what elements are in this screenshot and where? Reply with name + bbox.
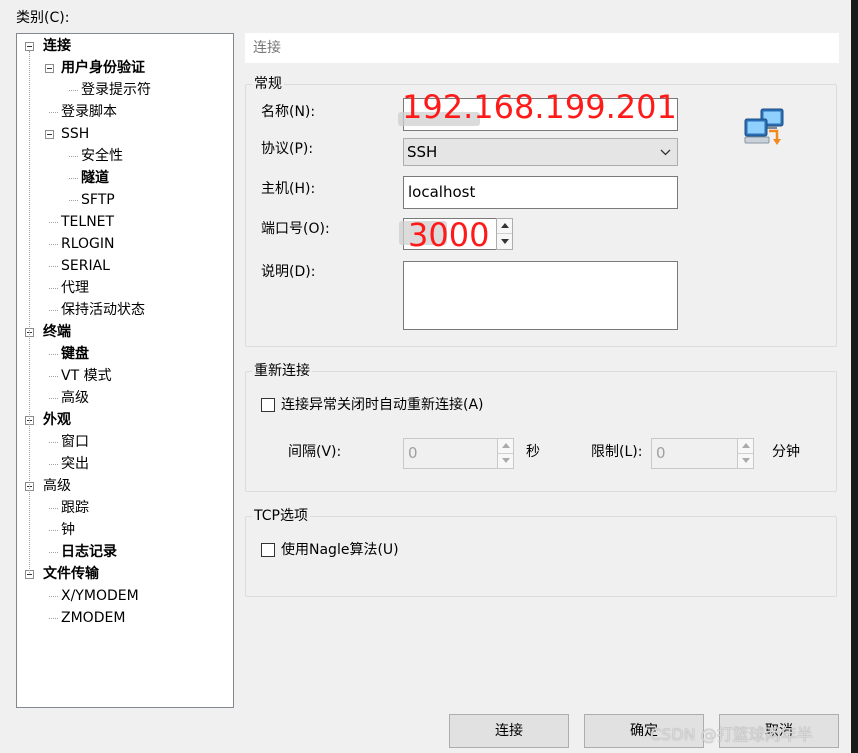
tree-item[interactable]: ZMODEM <box>61 607 125 629</box>
tree-connector <box>49 310 58 311</box>
interval-up-button[interactable] <box>498 439 513 454</box>
limit-down-button[interactable] <box>738 454 753 469</box>
auto-reconnect-checkbox[interactable] <box>261 398 275 412</box>
protocol-label: 协议(P): <box>261 141 314 157</box>
interval-spinner[interactable] <box>497 438 514 469</box>
name-label: 名称(N): <box>261 104 316 120</box>
tree-connector <box>49 508 58 509</box>
collapse-toggle-icon[interactable] <box>25 42 34 51</box>
network-computers-icon <box>744 108 784 145</box>
tree-item[interactable]: 键盘 <box>61 343 89 365</box>
tree-connector <box>69 90 78 91</box>
collapse-toggle-icon[interactable] <box>45 130 54 139</box>
arrow-up-icon <box>501 223 509 228</box>
host-input[interactable]: localhost <box>403 176 678 209</box>
tree-connector <box>49 222 58 223</box>
tree-item[interactable]: TELNET <box>61 211 114 233</box>
interval-unit: 秒 <box>526 444 540 460</box>
connect-button[interactable]: 连接 <box>449 714 569 748</box>
tree-connector <box>49 266 58 267</box>
port-label: 端口号(O): <box>261 221 330 237</box>
reconnect-group <box>245 371 837 492</box>
page-title: 连接 <box>245 33 839 63</box>
tree-connector <box>49 530 58 531</box>
tree-item[interactable]: 代理 <box>61 277 89 299</box>
tree-item[interactable]: VT 模式 <box>61 365 112 387</box>
tree-connector <box>49 596 58 597</box>
tree-item[interactable]: RLOGIN <box>61 233 115 255</box>
tree-connector <box>49 552 58 553</box>
arrow-down-icon <box>742 457 750 463</box>
tree-connector <box>69 200 78 201</box>
ip-annotation: 192.168.199.201 <box>402 88 677 126</box>
tree-item[interactable]: 日志记录 <box>61 541 117 563</box>
nagle-label: 使用Nagle算法(U) <box>281 542 399 558</box>
arrow-up-icon <box>742 442 750 448</box>
window-edge <box>851 0 858 753</box>
tree-item[interactable]: SERIAL <box>61 255 110 277</box>
tree-item[interactable]: 保持活动状态 <box>61 299 145 321</box>
tree-connector <box>49 376 58 377</box>
limit-label: 限制(L): <box>591 444 643 460</box>
limit-up-button[interactable] <box>738 439 753 454</box>
protocol-select[interactable]: SSH <box>403 138 678 166</box>
tree-connector <box>49 618 58 619</box>
tree-item[interactable]: 窗口 <box>61 431 89 453</box>
protocol-value: SSH <box>407 143 438 161</box>
arrow-down-icon <box>501 238 509 244</box>
tcp-group-title: TCP选项 <box>252 507 310 525</box>
tree-connector <box>69 178 78 179</box>
tree-item[interactable]: 高级 <box>43 475 71 497</box>
arrow-up-icon <box>502 442 510 448</box>
tree-item[interactable]: 高级 <box>61 387 89 409</box>
tree-item[interactable]: SFTP <box>81 189 115 211</box>
limit-input[interactable]: 0 <box>651 438 739 469</box>
interval-input[interactable]: 0 <box>403 438 499 469</box>
tree-item[interactable]: 登录脚本 <box>61 101 117 123</box>
tree-connector <box>69 156 78 157</box>
category-tree[interactable]: 连接 用户身份验证 登录提示符 登录脚本 SSH 安全性 隧道 SFTP TELNET RLOGI… <box>16 33 234 708</box>
tree-item[interactable]: 连接 <box>43 35 71 57</box>
port-spinner[interactable] <box>496 218 513 250</box>
port-annotation: 3000 <box>408 216 490 254</box>
tree-item[interactable]: 隧道 <box>81 167 109 189</box>
tree-item[interactable]: 钟 <box>61 519 75 541</box>
tree-connector <box>49 464 58 465</box>
interval-down-button[interactable] <box>498 454 513 469</box>
auto-reconnect-label: 连接异常关闭时自动重新连接(A) <box>281 397 484 413</box>
tree-item[interactable]: 安全性 <box>81 145 123 167</box>
limit-unit: 分钟 <box>772 444 800 460</box>
chevron-down-icon <box>660 149 671 156</box>
description-label: 说明(D): <box>261 264 316 280</box>
limit-spinner[interactable] <box>737 438 754 469</box>
port-up-button[interactable] <box>497 219 512 234</box>
tree-item[interactable]: 外观 <box>43 409 71 431</box>
tree-connector <box>49 442 58 443</box>
nagle-checkbox[interactable] <box>261 543 275 557</box>
tree-item[interactable]: 终端 <box>43 321 71 343</box>
interval-label: 间隔(V): <box>288 444 342 460</box>
tree-connector <box>49 112 58 113</box>
host-label: 主机(H): <box>261 181 316 197</box>
description-input[interactable] <box>403 261 678 330</box>
tree-guide <box>29 51 30 573</box>
tree-item[interactable]: 文件传输 <box>43 563 99 585</box>
port-down-button[interactable] <box>497 234 512 249</box>
tree-item[interactable]: 用户身份验证 <box>61 57 145 79</box>
arrow-down-icon <box>502 457 510 463</box>
general-group-title: 常规 <box>252 75 284 93</box>
tree-item[interactable]: X/YMODEM <box>61 585 139 607</box>
tree-item[interactable]: 登录提示符 <box>81 79 151 101</box>
tree-item[interactable]: 突出 <box>61 453 89 475</box>
tree-connector <box>49 288 58 289</box>
category-label: 类别(C): <box>16 10 70 26</box>
reconnect-group-title: 重新连接 <box>252 362 312 380</box>
tree-connector <box>49 354 58 355</box>
tree-connector <box>49 398 58 399</box>
tree-connector <box>49 244 58 245</box>
tree-item[interactable]: 跟踪 <box>61 497 89 519</box>
watermark: CSDN @打篮球两年半 <box>650 725 813 744</box>
tree-item[interactable]: SSH <box>61 123 89 145</box>
collapse-toggle-icon[interactable] <box>45 64 54 73</box>
